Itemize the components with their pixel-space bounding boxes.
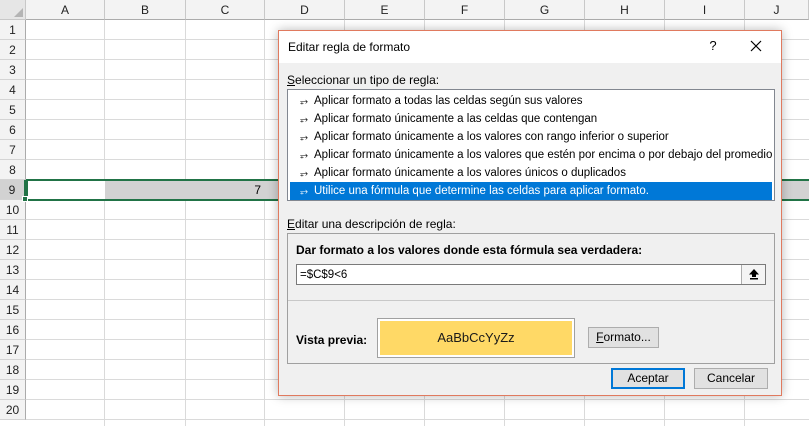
collapse-arrow-icon bbox=[748, 269, 759, 280]
arrow-icon: ⥅ bbox=[300, 186, 308, 197]
cancel-button[interactable]: Cancelar bbox=[694, 368, 768, 389]
rule-description-label: Editar una descripción de regla: bbox=[287, 217, 456, 231]
row-header-14[interactable]: 14 bbox=[0, 280, 26, 300]
rule-type-item[interactable]: ⥅ Aplicar formato únicamente a las celdas… bbox=[290, 110, 772, 128]
row-header-11[interactable]: 11 bbox=[0, 220, 26, 240]
fill-handle[interactable] bbox=[22, 196, 28, 202]
row-header-4[interactable]: 4 bbox=[0, 80, 26, 100]
arrow-icon: ⥅ bbox=[300, 96, 308, 107]
rule-description-panel: Dar formato a los valores donde esta fór… bbox=[287, 233, 775, 364]
preview-label: Vista previa: bbox=[296, 333, 368, 347]
row-header-2[interactable]: 2 bbox=[0, 40, 26, 60]
dialog-titlebar[interactable]: Editar regla de formato ? bbox=[279, 31, 781, 63]
rule-type-item[interactable]: ⥅ Utilice una fórmula que determine las c… bbox=[290, 182, 772, 200]
format-preview: AaBbCcYyZz bbox=[377, 318, 575, 358]
row-header-20[interactable]: 20 bbox=[0, 400, 26, 420]
column-header-e[interactable]: E bbox=[345, 0, 425, 20]
row-header-1[interactable]: 1 bbox=[0, 20, 26, 40]
rule-type-item[interactable]: ⥅ Aplicar formato a todas las celdas segú… bbox=[290, 92, 772, 110]
rule-type-list[interactable]: ⥅ Aplicar formato a todas las celdas segú… bbox=[287, 89, 775, 201]
edit-format-rule-dialog: Editar regla de formato ? Seleccionar un… bbox=[278, 30, 782, 396]
gridline bbox=[26, 419, 809, 420]
column-header-j[interactable]: J bbox=[745, 0, 809, 20]
gridline bbox=[26, 399, 809, 400]
collapse-dialog-button[interactable] bbox=[741, 265, 765, 284]
arrow-icon: ⥅ bbox=[300, 132, 308, 143]
row-header-16[interactable]: 16 bbox=[0, 320, 26, 340]
dialog-title: Editar regla de formato bbox=[288, 40, 411, 54]
column-header-h[interactable]: H bbox=[585, 0, 665, 20]
gridline bbox=[264, 20, 265, 426]
formula-field[interactable] bbox=[296, 264, 766, 285]
column-header-c[interactable]: C bbox=[186, 0, 265, 20]
row-header-13[interactable]: 13 bbox=[0, 260, 26, 280]
rule-type-item[interactable]: ⥅ Aplicar formato únicamente a los valore… bbox=[290, 146, 772, 164]
format-button[interactable]: Formato... bbox=[588, 327, 659, 348]
row-header-10[interactable]: 10 bbox=[0, 200, 26, 220]
row-header-6[interactable]: 6 bbox=[0, 120, 26, 140]
rule-type-item[interactable]: ⥅ Aplicar formato únicamente a los valore… bbox=[290, 128, 772, 146]
row-header-18[interactable]: 18 bbox=[0, 360, 26, 380]
rule-type-label: Seleccionar un tipo de regla: bbox=[287, 73, 440, 87]
column-header-d[interactable]: D bbox=[265, 0, 345, 20]
row-header-5[interactable]: 5 bbox=[0, 100, 26, 120]
accept-button[interactable]: Aceptar bbox=[611, 368, 685, 389]
row-header-8[interactable]: 8 bbox=[0, 160, 26, 180]
row-header-3[interactable]: 3 bbox=[0, 60, 26, 80]
preview-sample-text: AaBbCcYyZz bbox=[380, 321, 572, 355]
row-header-17[interactable]: 17 bbox=[0, 340, 26, 360]
row-header-15[interactable]: 15 bbox=[0, 300, 26, 320]
row-header-7[interactable]: 7 bbox=[0, 140, 26, 160]
row-header-19[interactable]: 19 bbox=[0, 380, 26, 400]
formula-input[interactable] bbox=[297, 265, 741, 284]
formula-heading: Dar formato a los valores donde esta fór… bbox=[296, 243, 643, 257]
column-header-f[interactable]: F bbox=[425, 0, 505, 20]
help-button[interactable]: ? bbox=[703, 35, 723, 57]
row-header-12[interactable]: 12 bbox=[0, 240, 26, 260]
column-header-i[interactable]: I bbox=[665, 0, 745, 20]
arrow-icon: ⥅ bbox=[300, 168, 308, 179]
divider bbox=[288, 300, 774, 301]
column-header-b[interactable]: B bbox=[105, 0, 186, 20]
close-icon[interactable] bbox=[745, 35, 767, 57]
column-header-g[interactable]: G bbox=[505, 0, 585, 20]
column-header-a[interactable]: A bbox=[26, 0, 105, 20]
arrow-icon: ⥅ bbox=[300, 150, 308, 161]
select-all-corner[interactable] bbox=[0, 0, 26, 20]
gridline bbox=[104, 20, 105, 426]
arrow-icon: ⥅ bbox=[300, 114, 308, 125]
rule-type-item[interactable]: ⥅ Aplicar formato únicamente a los valore… bbox=[290, 164, 772, 182]
gridline bbox=[185, 20, 186, 426]
